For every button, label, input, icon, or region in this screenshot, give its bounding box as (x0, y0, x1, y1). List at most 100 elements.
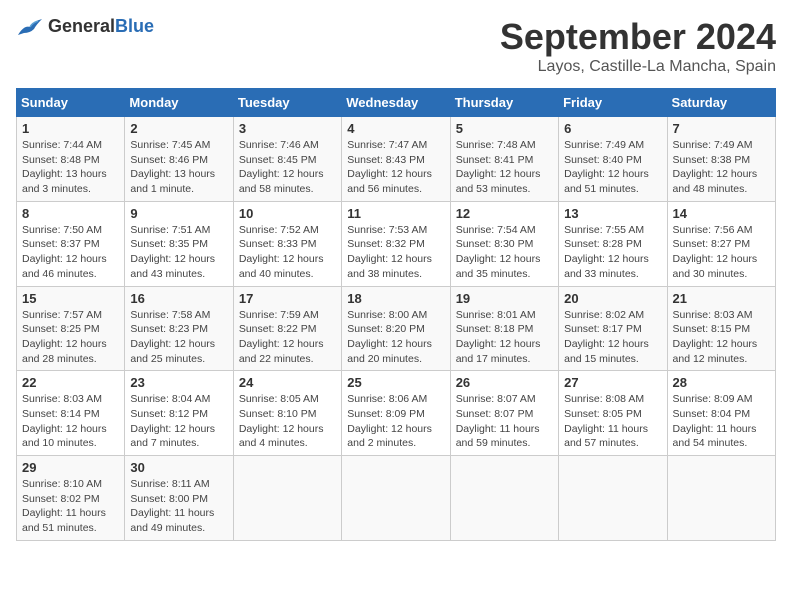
day-cell: 12 Sunrise: 7:54 AM Sunset: 8:30 PM Dayli… (450, 201, 558, 286)
day-detail: Sunrise: 8:08 AM Sunset: 8:05 PM Dayligh… (564, 392, 661, 451)
day-detail: Sunrise: 8:02 AM Sunset: 8:17 PM Dayligh… (564, 308, 661, 367)
col-header-friday: Friday (559, 89, 667, 117)
day-number: 28 (673, 375, 770, 390)
day-cell (559, 456, 667, 541)
day-detail: Sunrise: 7:47 AM Sunset: 8:43 PM Dayligh… (347, 138, 444, 197)
day-cell (342, 456, 450, 541)
col-header-monday: Monday (125, 89, 233, 117)
day-detail: Sunrise: 8:11 AM Sunset: 8:00 PM Dayligh… (130, 477, 227, 536)
day-cell (667, 456, 775, 541)
col-header-tuesday: Tuesday (233, 89, 341, 117)
day-cell: 16 Sunrise: 7:58 AM Sunset: 8:23 PM Dayli… (125, 286, 233, 371)
day-number: 19 (456, 291, 553, 306)
day-number: 15 (22, 291, 119, 306)
col-header-saturday: Saturday (667, 89, 775, 117)
day-detail: Sunrise: 7:52 AM Sunset: 8:33 PM Dayligh… (239, 223, 336, 282)
day-number: 4 (347, 121, 444, 136)
week-row-4: 22 Sunrise: 8:03 AM Sunset: 8:14 PM Dayli… (17, 371, 776, 456)
day-detail: Sunrise: 7:48 AM Sunset: 8:41 PM Dayligh… (456, 138, 553, 197)
day-cell: 24 Sunrise: 8:05 AM Sunset: 8:10 PM Dayli… (233, 371, 341, 456)
day-cell: 26Sunrise: 8:07 AM Sunset: 8:07 PM Dayli… (450, 371, 558, 456)
month-title: September 2024 (500, 16, 776, 58)
day-number: 10 (239, 206, 336, 221)
day-detail: Sunrise: 8:06 AM Sunset: 8:09 PM Dayligh… (347, 392, 444, 451)
day-detail: Sunrise: 7:54 AM Sunset: 8:30 PM Dayligh… (456, 223, 553, 282)
week-row-5: 29Sunrise: 8:10 AM Sunset: 8:02 PM Dayli… (17, 456, 776, 541)
day-detail: Sunrise: 8:05 AM Sunset: 8:10 PM Dayligh… (239, 392, 336, 451)
day-detail: Sunrise: 7:56 AM Sunset: 8:27 PM Dayligh… (673, 223, 770, 282)
day-detail: Sunrise: 8:03 AM Sunset: 8:14 PM Dayligh… (22, 392, 119, 451)
day-cell: 20 Sunrise: 8:02 AM Sunset: 8:17 PM Dayli… (559, 286, 667, 371)
day-cell: 1 Sunrise: 7:44 AM Sunset: 8:48 PM Daylig… (17, 117, 125, 202)
day-cell: 18 Sunrise: 8:00 AM Sunset: 8:20 PM Dayli… (342, 286, 450, 371)
day-number: 16 (130, 291, 227, 306)
day-cell: 5 Sunrise: 7:48 AM Sunset: 8:41 PM Daylig… (450, 117, 558, 202)
day-detail: Sunrise: 8:00 AM Sunset: 8:20 PM Dayligh… (347, 308, 444, 367)
day-cell: 3 Sunrise: 7:46 AM Sunset: 8:45 PM Daylig… (233, 117, 341, 202)
day-number: 13 (564, 206, 661, 221)
day-cell: 11Sunrise: 7:53 AM Sunset: 8:32 PM Dayli… (342, 201, 450, 286)
day-cell: 22 Sunrise: 8:03 AM Sunset: 8:14 PM Dayli… (17, 371, 125, 456)
week-row-3: 15 Sunrise: 7:57 AM Sunset: 8:25 PM Dayli… (17, 286, 776, 371)
day-number: 17 (239, 291, 336, 306)
day-cell: 10 Sunrise: 7:52 AM Sunset: 8:33 PM Dayli… (233, 201, 341, 286)
day-detail: Sunrise: 8:01 AM Sunset: 8:18 PM Dayligh… (456, 308, 553, 367)
week-row-1: 1 Sunrise: 7:44 AM Sunset: 8:48 PM Daylig… (17, 117, 776, 202)
day-cell: 4 Sunrise: 7:47 AM Sunset: 8:43 PM Daylig… (342, 117, 450, 202)
day-cell: 23 Sunrise: 8:04 AM Sunset: 8:12 PM Dayli… (125, 371, 233, 456)
header: GeneralBlue September 2024 Layos, Castil… (16, 16, 776, 76)
logo: GeneralBlue (16, 16, 154, 37)
day-number: 18 (347, 291, 444, 306)
day-detail: Sunrise: 8:07 AM Sunset: 8:07 PM Dayligh… (456, 392, 553, 451)
day-detail: Sunrise: 8:09 AM Sunset: 8:04 PM Dayligh… (673, 392, 770, 451)
title-area: September 2024 Layos, Castille-La Mancha… (500, 16, 776, 76)
day-cell: 15 Sunrise: 7:57 AM Sunset: 8:25 PM Dayli… (17, 286, 125, 371)
day-number: 30 (130, 460, 227, 475)
day-number: 1 (22, 121, 119, 136)
day-number: 9 (130, 206, 227, 221)
header-row: SundayMondayTuesdayWednesdayThursdayFrid… (17, 89, 776, 117)
day-cell (450, 456, 558, 541)
day-detail: Sunrise: 7:46 AM Sunset: 8:45 PM Dayligh… (239, 138, 336, 197)
day-cell (233, 456, 341, 541)
col-header-wednesday: Wednesday (342, 89, 450, 117)
day-detail: Sunrise: 7:55 AM Sunset: 8:28 PM Dayligh… (564, 223, 661, 282)
day-cell: 30 Sunrise: 8:11 AM Sunset: 8:00 PM Dayli… (125, 456, 233, 541)
day-detail: Sunrise: 7:51 AM Sunset: 8:35 PM Dayligh… (130, 223, 227, 282)
day-detail: Sunrise: 7:49 AM Sunset: 8:38 PM Dayligh… (673, 138, 770, 197)
day-number: 5 (456, 121, 553, 136)
day-detail: Sunrise: 8:03 AM Sunset: 8:15 PM Dayligh… (673, 308, 770, 367)
day-number: 7 (673, 121, 770, 136)
day-number: 22 (22, 375, 119, 390)
day-detail: Sunrise: 8:04 AM Sunset: 8:12 PM Dayligh… (130, 392, 227, 451)
day-cell: 21Sunrise: 8:03 AM Sunset: 8:15 PM Dayli… (667, 286, 775, 371)
day-detail: Sunrise: 7:57 AM Sunset: 8:25 PM Dayligh… (22, 308, 119, 367)
week-row-2: 8Sunrise: 7:50 AM Sunset: 8:37 PM Daylig… (17, 201, 776, 286)
location-title: Layos, Castille-La Mancha, Spain (500, 58, 776, 76)
day-detail: Sunrise: 7:59 AM Sunset: 8:22 PM Dayligh… (239, 308, 336, 367)
logo-blue: Blue (115, 16, 154, 36)
day-cell: 27Sunrise: 8:08 AM Sunset: 8:05 PM Dayli… (559, 371, 667, 456)
day-cell: 29Sunrise: 8:10 AM Sunset: 8:02 PM Dayli… (17, 456, 125, 541)
day-detail: Sunrise: 7:44 AM Sunset: 8:48 PM Dayligh… (22, 138, 119, 197)
day-number: 12 (456, 206, 553, 221)
day-number: 23 (130, 375, 227, 390)
calendar-table: SundayMondayTuesdayWednesdayThursdayFrid… (16, 88, 776, 541)
day-cell: 28 Sunrise: 8:09 AM Sunset: 8:04 PM Dayli… (667, 371, 775, 456)
day-number: 24 (239, 375, 336, 390)
day-detail: Sunrise: 7:49 AM Sunset: 8:40 PM Dayligh… (564, 138, 661, 197)
day-cell: 13 Sunrise: 7:55 AM Sunset: 8:28 PM Dayli… (559, 201, 667, 286)
day-cell: 7 Sunrise: 7:49 AM Sunset: 8:38 PM Daylig… (667, 117, 775, 202)
day-detail: Sunrise: 7:45 AM Sunset: 8:46 PM Dayligh… (130, 138, 227, 197)
day-cell: 9 Sunrise: 7:51 AM Sunset: 8:35 PM Daylig… (125, 201, 233, 286)
day-cell: 6Sunrise: 7:49 AM Sunset: 8:40 PM Daylig… (559, 117, 667, 202)
day-detail: Sunrise: 7:53 AM Sunset: 8:32 PM Dayligh… (347, 223, 444, 282)
day-detail: Sunrise: 7:58 AM Sunset: 8:23 PM Dayligh… (130, 308, 227, 367)
col-header-sunday: Sunday (17, 89, 125, 117)
col-header-thursday: Thursday (450, 89, 558, 117)
day-number: 3 (239, 121, 336, 136)
day-number: 20 (564, 291, 661, 306)
day-cell: 19 Sunrise: 8:01 AM Sunset: 8:18 PM Dayli… (450, 286, 558, 371)
day-detail: Sunrise: 8:10 AM Sunset: 8:02 PM Dayligh… (22, 477, 119, 536)
day-cell: 2Sunrise: 7:45 AM Sunset: 8:46 PM Daylig… (125, 117, 233, 202)
